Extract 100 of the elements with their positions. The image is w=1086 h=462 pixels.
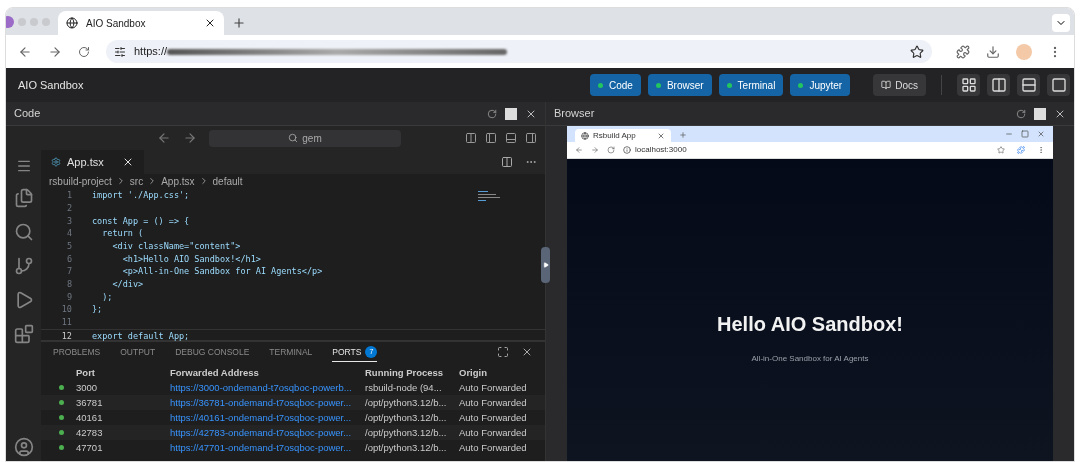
editor-tab[interactable]: App.tsx (41, 150, 144, 174)
page-subtitle: All-in-One Sandbox for AI Agents (751, 353, 869, 365)
breadcrumb-item[interactable]: src (129, 173, 144, 189)
port-row[interactable]: 36781 https://36781-ondemand-t7osqboc-power... /opt/python3.12/b... Auto Forwarded (41, 395, 545, 411)
panel-icon[interactable] (505, 132, 517, 144)
extensions-icon[interactable] (13, 324, 34, 344)
code-line: return ( (101, 227, 144, 240)
table-cell-text: 3000 (76, 380, 98, 395)
download-icon[interactable] (986, 44, 1000, 59)
tab-search-button[interactable] (1052, 14, 1070, 32)
layout-button[interactable] (957, 74, 980, 96)
layout-button[interactable] (1017, 74, 1040, 96)
port-row[interactable]: 42783 https://42783-ondemand-t7osqboc-power... /opt/python3.12/b... Auto Forwarded (41, 425, 545, 441)
code-line: </div> (111, 278, 144, 291)
column-header: Port (75, 366, 96, 381)
files-icon[interactable] (13, 188, 34, 208)
globe-icon (66, 17, 78, 29)
inner-address-field[interactable]: localhost:3000 (623, 144, 687, 156)
branch-icon[interactable] (13, 256, 34, 276)
forward-icon[interactable] (183, 131, 197, 145)
port-row[interactable]: 47701 https://47701-ondemand-t7osqboc-power... /opt/python3.12/b... Auto Forwarded (41, 440, 545, 456)
grid-icon (960, 77, 977, 93)
panel-tab[interactable]: DEBUG CONSOLE (175, 342, 250, 363)
app-title: AIO Sandbox (18, 77, 84, 93)
sidebar-icon[interactable] (485, 132, 497, 144)
breadcrumb-item[interactable]: default (212, 173, 243, 189)
address-link[interactable]: https://3000-ondemand-t7osqboc-powerb... (165, 380, 365, 396)
refresh-icon[interactable] (487, 108, 497, 119)
address-link[interactable]: https://40161-ondemand-t7osqboc-power... (165, 410, 365, 426)
close-icon[interactable] (204, 17, 216, 29)
account-icon[interactable] (13, 437, 34, 457)
layout-button[interactable] (987, 74, 1010, 96)
square-icon (1050, 77, 1067, 93)
star-icon[interactable] (997, 146, 1005, 154)
back-icon[interactable] (18, 44, 32, 59)
column-header: Forwarded Address (169, 366, 260, 381)
star-icon[interactable] (910, 44, 924, 59)
table-cell-text: Auto Forwarded (458, 410, 528, 425)
line-number: 8 (65, 278, 73, 291)
more-icon[interactable] (1037, 146, 1045, 154)
panel-title: Browser (554, 106, 595, 122)
port-row[interactable]: 40161 https://40161-ondemand-t7osqboc-power... /opt/python3.12/b... Auto Forwarded (41, 410, 545, 426)
service-button[interactable]: Jupyter (790, 74, 851, 96)
maximize-icon[interactable] (505, 107, 517, 120)
browser-tab[interactable]: AIO Sandbox (58, 11, 224, 35)
split-editor-icon[interactable] (501, 155, 513, 168)
table-cell-text: 47701 (76, 440, 103, 455)
panel-tab[interactable]: TERMINAL (269, 342, 313, 363)
reload-icon[interactable] (78, 45, 90, 58)
address-link[interactable]: https://36781-ondemand-t7osqboc-power... (165, 395, 365, 411)
code-line: import './App.css'; (92, 189, 190, 202)
table-cell-text: 40161 (76, 410, 103, 425)
line-number: 11 (60, 316, 73, 329)
resize-handle[interactable] (541, 247, 550, 283)
breadcrumb-item[interactable]: rsbuild-project (49, 173, 112, 189)
panel-tab[interactable]: PROBLEMS (53, 342, 101, 363)
line-number: 7 (65, 265, 73, 278)
breadcrumb-item[interactable]: App.tsx (161, 173, 195, 189)
code-line: <div className="content"> (111, 239, 241, 253)
layout-icon[interactable] (465, 132, 477, 144)
panel-tab[interactable]: OUTPUT (120, 342, 156, 363)
port-row[interactable]: 3000 https://3000-ondemand-t7osqboc-powerb... rsbuild-node (94... Auto Forwarded (41, 380, 545, 396)
panel-title: Code (14, 106, 41, 122)
reload-icon[interactable] (607, 146, 615, 154)
forward-icon[interactable] (48, 44, 62, 59)
address-link[interactable]: https://42783-ondemand-t7osqboc-power... (165, 425, 365, 441)
search-icon (288, 133, 299, 143)
table-cell-text: rsbuild-node (94... (365, 380, 443, 395)
book-icon (881, 80, 892, 90)
inner-tab[interactable]: Rsbuild App (575, 129, 671, 142)
restore-icon[interactable] (1021, 130, 1029, 138)
gear-icon (51, 156, 61, 167)
layout-button[interactable] (1047, 74, 1070, 96)
extensions-icon[interactable] (956, 44, 970, 59)
maximize-icon[interactable] (1034, 107, 1046, 120)
new-tab-icon[interactable] (232, 16, 246, 30)
service-button[interactable]: Browser (647, 74, 712, 96)
code-line: ); (101, 290, 113, 304)
docs-button[interactable]: Docs (873, 74, 926, 96)
table-cell-text: Auto Forwarded (458, 380, 528, 395)
menu-icon[interactable] (15, 158, 32, 174)
refresh-icon[interactable] (1016, 108, 1026, 119)
line-number: 10 (60, 303, 73, 317)
table-cell-text: /opt/python3.12/b... (365, 395, 448, 410)
service-button[interactable]: Terminal (718, 74, 784, 96)
service-button[interactable]: Code (590, 74, 641, 96)
search-icon[interactable] (13, 222, 34, 242)
table-cell-text: /opt/python3.12/b... (365, 425, 448, 440)
maximize-panel-icon[interactable] (497, 346, 509, 359)
secondary-sidebar-icon[interactable] (525, 132, 537, 144)
back-icon[interactable] (157, 131, 171, 145)
command-search-field[interactable]: gem (209, 129, 401, 147)
code-line: <p>All-in-One Sandbox for AI Agents</p> (121, 265, 323, 278)
table-cell-text: Auto Forwarded (458, 395, 528, 410)
sliders-icon[interactable] (114, 45, 126, 58)
table-cell-text: Auto Forwarded (458, 440, 528, 455)
table-cell-text: 36781 (76, 395, 103, 410)
address-field[interactable]: https:// (106, 40, 932, 63)
column-header: Running Process (365, 366, 445, 381)
address-link[interactable]: https://47701-ondemand-t7osqboc-power... (165, 440, 365, 456)
